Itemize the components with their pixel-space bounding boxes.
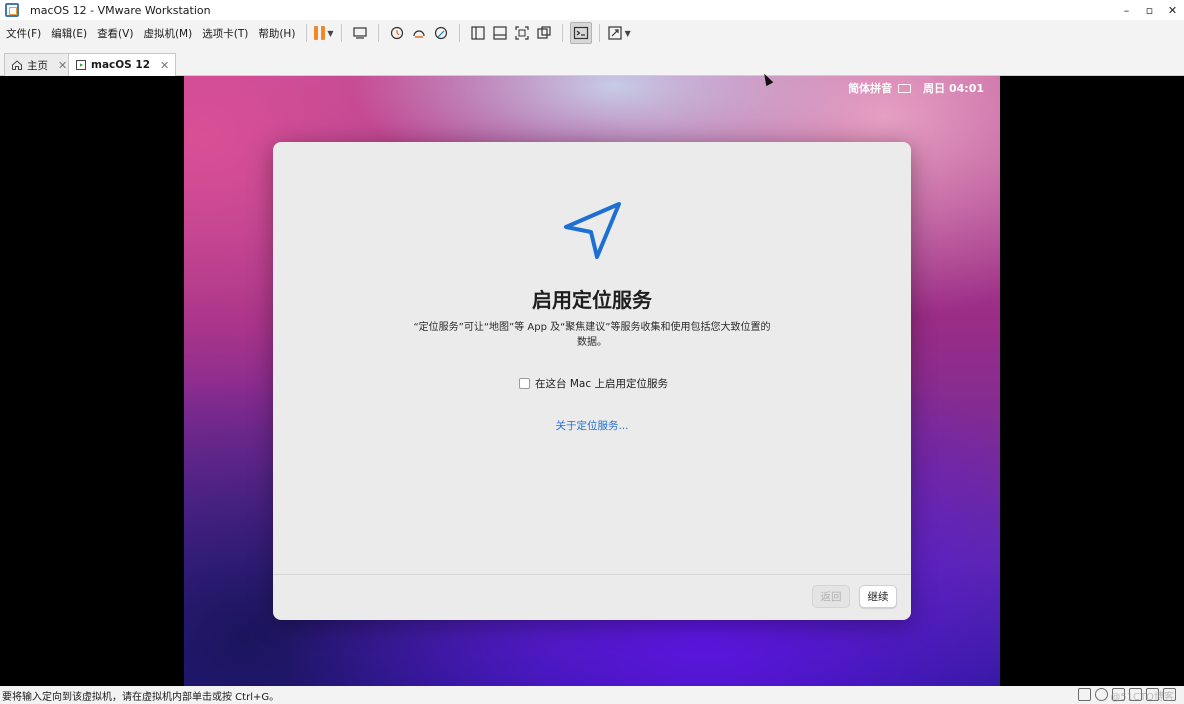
unity-icon[interactable] (533, 22, 555, 44)
window-title: macOS 12 - VMware Workstation (30, 3, 211, 17)
menu-toolbar: 文件(F) 编辑(E) 查看(V) 虚拟机(M) 选项卡(T) 帮助(H) ▼ … (0, 20, 1184, 46)
enable-location-label[interactable]: 在这台 Mac 上启用定位服务 (535, 376, 668, 391)
menu-vm[interactable]: 虚拟机(M) (137, 26, 196, 41)
home-icon (12, 60, 22, 70)
input-method-label[interactable]: 简体拼音 (848, 80, 892, 96)
enable-location-checkbox[interactable] (519, 378, 530, 389)
window-controls: – ▫ ✕ (1115, 0, 1184, 20)
vm-icon (76, 60, 86, 70)
toolbar-divider (458, 24, 460, 42)
close-button[interactable]: ✕ (1161, 0, 1184, 20)
cd-dvd-icon[interactable] (1095, 688, 1108, 701)
hard-disk-icon[interactable] (1078, 688, 1091, 701)
tab-home[interactable]: 主页 ✕ (4, 53, 75, 76)
vmware-logo-icon (5, 3, 19, 17)
toolbar-divider (306, 24, 308, 42)
revert-snapshot-icon[interactable] (408, 22, 430, 44)
pause-icon[interactable]: ▼ (314, 22, 334, 44)
menu-file[interactable]: 文件(F) (0, 26, 45, 41)
description: “定位服务”可让“地图”等 App 及“聚焦建议”等服务收集和使用包括您大致位置… (413, 322, 771, 348)
page-title: 启用定位服务 (532, 288, 652, 312)
tab-bar: 主页 ✕ macOS 12 ✕ (0, 46, 1184, 76)
snapshot-icon[interactable] (386, 22, 408, 44)
tab-macos-12[interactable]: macOS 12 ✕ (68, 53, 177, 76)
show-library-icon[interactable] (467, 22, 489, 44)
continue-button[interactable]: 继续 (859, 585, 897, 608)
about-location-services-link[interactable]: 关于定位服务... (273, 418, 911, 433)
tab-macos-12-label: macOS 12 (91, 59, 151, 71)
minimize-button[interactable]: – (1115, 0, 1138, 20)
vm-console[interactable]: 简体拼音 周日 04:01 启用定位服务 “定位服务”可让“地图”等 App 及… (0, 76, 1184, 686)
stretch-view-icon[interactable]: ▼ (607, 22, 631, 44)
console-view-icon[interactable] (569, 22, 592, 44)
toolbar-divider (598, 24, 600, 42)
tab-home-label: 主页 (27, 59, 48, 72)
back-button[interactable]: 返回 (812, 585, 850, 608)
location-services-dialog: 启用定位服务 “定位服务”可让“地图”等 App 及“聚焦建议”等服务收集和使用… (273, 142, 911, 620)
toolbar-divider (377, 24, 379, 42)
location-arrow-icon (564, 202, 621, 259)
close-tab-icon[interactable]: ✕ (58, 59, 67, 72)
enable-location-option[interactable]: 在这台 Mac 上启用定位服务 (519, 376, 668, 391)
maximize-button[interactable]: ▫ (1138, 0, 1161, 20)
menu-help[interactable]: 帮助(H) (252, 26, 299, 41)
menu-tabs[interactable]: 选项卡(T) (196, 26, 252, 41)
macos-menu-extras: 简体拼音 周日 04:01 (848, 80, 984, 96)
keyboard-icon (898, 83, 912, 93)
close-tab-icon[interactable]: ✕ (160, 59, 169, 72)
clock[interactable]: 周日 04:01 (923, 80, 984, 96)
snapshot-manager-icon[interactable] (430, 22, 452, 44)
footer-divider (273, 574, 911, 575)
toolbar-divider (340, 24, 342, 42)
show-thumbnail-bar-icon[interactable] (489, 22, 511, 44)
toolbar-divider (561, 24, 563, 42)
menu-view[interactable]: 查看(V) (91, 26, 137, 41)
menu-edit[interactable]: 编辑(E) (45, 26, 91, 41)
status-message: 要将输入定向到该虚拟机，请在虚拟机内部单击或按 Ctrl+G。 (2, 691, 280, 703)
send-ctrl-alt-del-icon[interactable] (349, 22, 371, 44)
fullscreen-icon[interactable] (511, 22, 533, 44)
status-bar: 要将输入定向到该虚拟机，请在虚拟机内部单击或按 Ctrl+G。 @51CTO博客 (0, 686, 1184, 704)
title-bar: macOS 12 - VMware Workstation – ▫ ✕ (0, 0, 1184, 20)
watermark: @51CTO博客 (1110, 692, 1174, 703)
macos-screen[interactable]: 简体拼音 周日 04:01 启用定位服务 “定位服务”可让“地图”等 App 及… (184, 76, 1000, 686)
